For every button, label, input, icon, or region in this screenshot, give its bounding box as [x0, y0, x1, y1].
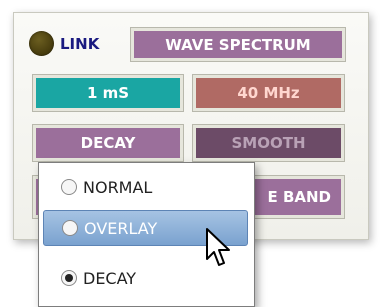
link-label: LINK [60, 35, 100, 53]
menu-item-normal[interactable]: NORMAL [43, 169, 248, 205]
wave-spectrum-button[interactable]: WAVE SPECTRUM [130, 27, 346, 62]
menu-item-label: DECAY [83, 268, 137, 288]
radio-checked-icon [61, 270, 77, 286]
arrow-cursor-icon [206, 228, 230, 266]
decay-mode-button[interactable]: DECAY [32, 124, 184, 162]
radio-icon [61, 179, 77, 195]
menu-item-label: NORMAL [83, 177, 153, 197]
indicator-led-icon [29, 31, 54, 56]
menu-item-label: OVERLAY [84, 218, 158, 238]
radio-icon [62, 220, 78, 236]
smooth-button[interactable]: SMOOTH [192, 124, 345, 162]
frequency-button[interactable]: 40 MHz [192, 74, 345, 112]
time-button[interactable]: 1 mS [32, 74, 184, 112]
